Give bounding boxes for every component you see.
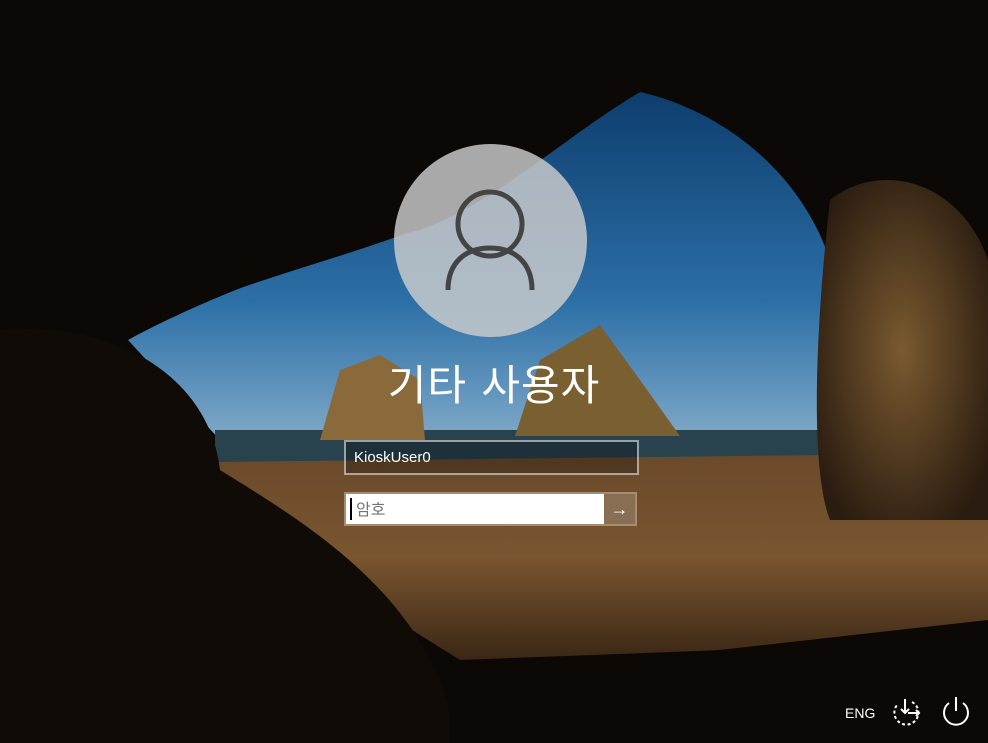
arrow-right-icon: → <box>610 498 629 519</box>
submit-button[interactable]: → <box>604 494 635 524</box>
password-field-container <box>346 494 604 524</box>
password-input[interactable] <box>350 498 604 520</box>
password-box: → <box>344 492 637 526</box>
user-display-name: 기타 사용자 <box>387 361 601 410</box>
user-avatar-icon <box>445 189 535 291</box>
power-icon[interactable] <box>940 694 972 728</box>
username-field[interactable]: KioskUser0 <box>344 440 639 475</box>
user-avatar <box>394 144 587 337</box>
ease-of-access-icon[interactable] <box>890 694 924 728</box>
language-indicator[interactable]: ENG <box>845 705 875 721</box>
